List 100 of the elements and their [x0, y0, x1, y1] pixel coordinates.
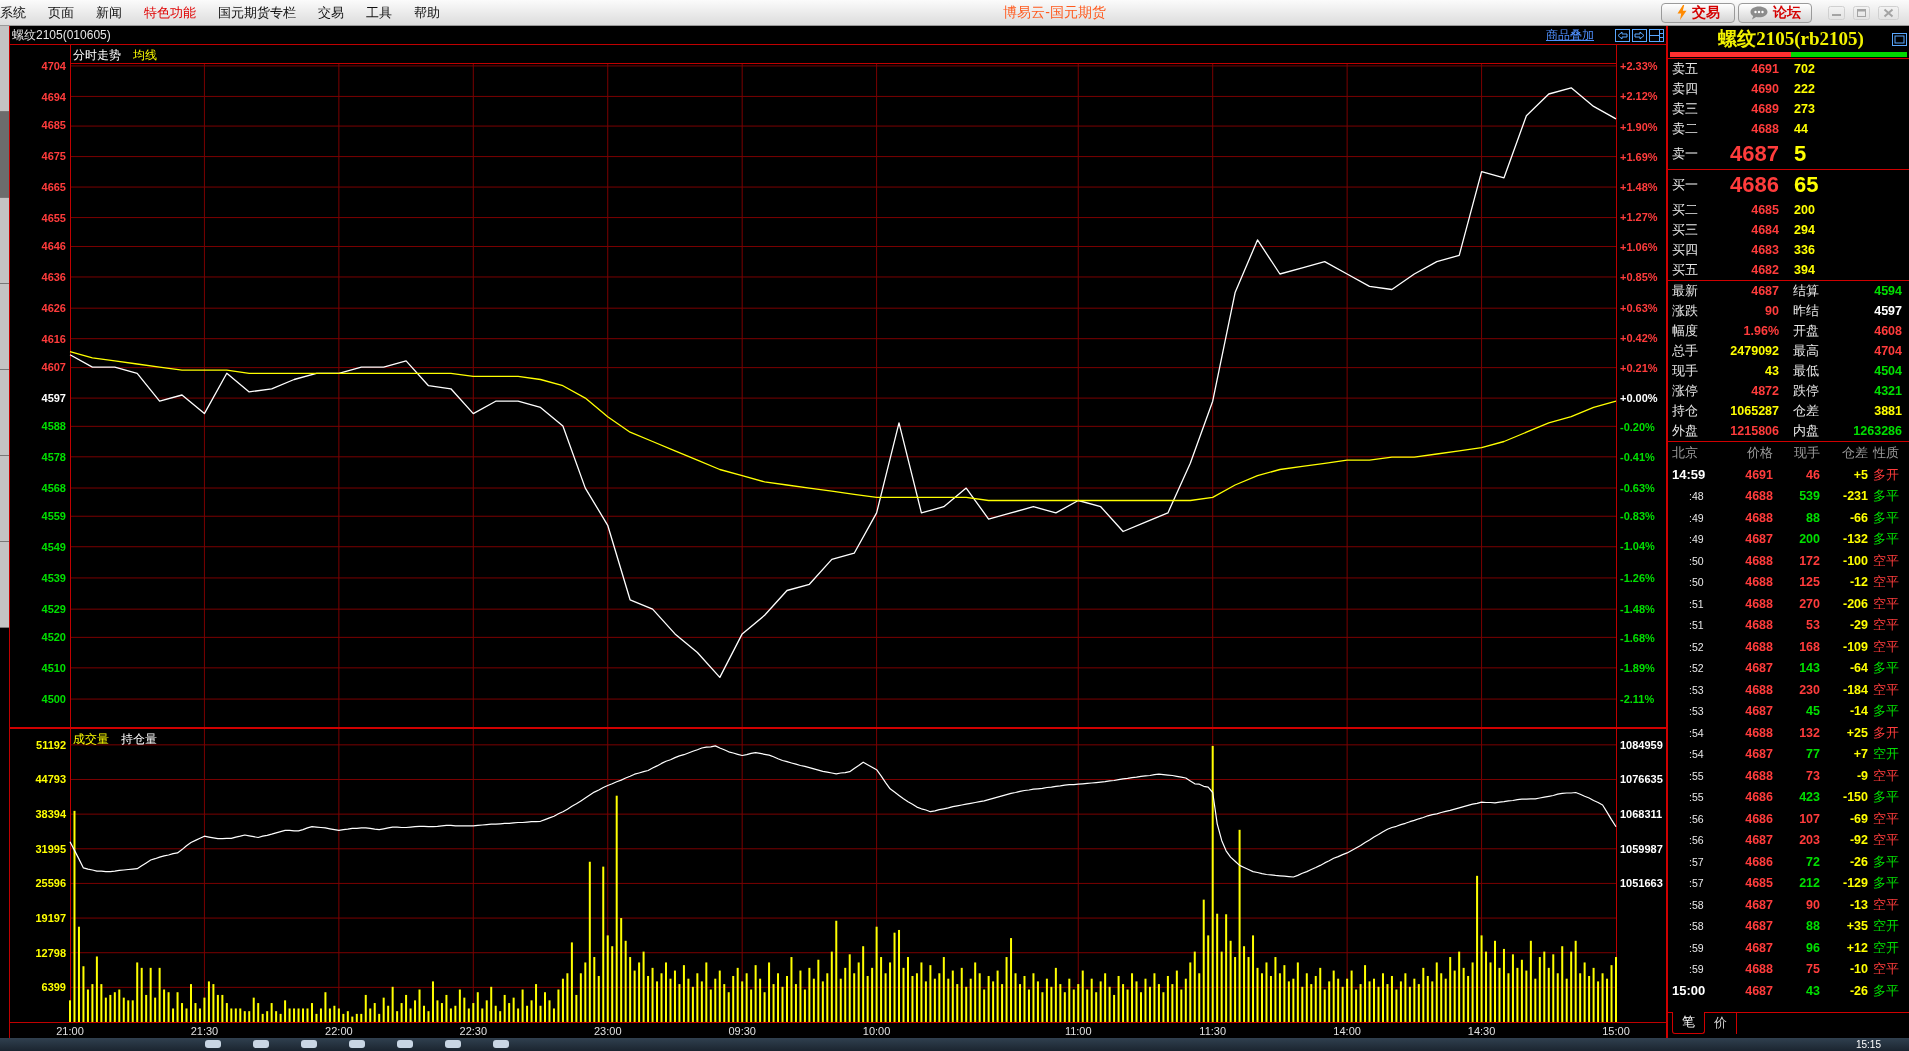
panel-layout-icon[interactable]	[1649, 28, 1664, 42]
trade-price: 4686	[1744, 854, 1773, 869]
menu-item[interactable]: 系统	[0, 0, 37, 25]
order-price: 4687	[1729, 141, 1780, 167]
order-volume: 5	[1793, 141, 1808, 167]
stat-label: 仓差	[1792, 402, 1820, 420]
percent-axis-label: +1.06%	[1620, 240, 1658, 253]
order-volume: 44	[1793, 122, 1809, 136]
open-interest-axis-label: 1059987	[1620, 842, 1663, 855]
stat-value: 90	[1764, 304, 1780, 318]
percent-axis-label: -1.04%	[1620, 540, 1655, 553]
stat-value: 1.96%	[1742, 324, 1780, 338]
price-axis-label: 4646	[41, 240, 66, 253]
trade-time: :52	[1688, 662, 1705, 675]
taskbar-app-icon[interactable]	[445, 1040, 461, 1048]
trade-price: 4687	[1744, 919, 1773, 934]
percent-axis-label: +0.00%	[1620, 392, 1658, 405]
trade-button[interactable]: 交易	[1661, 2, 1735, 23]
taskbar-app-icon[interactable]	[349, 1040, 365, 1048]
order-level-label: 卖四	[1672, 80, 1699, 98]
trade-time: :55	[1688, 769, 1705, 782]
order-price: 4682	[1750, 263, 1780, 277]
trade-volume: 212	[1798, 876, 1820, 891]
order-level-label: 买五	[1672, 261, 1699, 279]
lightning-icon	[1676, 5, 1687, 20]
trade-type: 空平	[1872, 766, 1900, 785]
trade-time: :59	[1688, 941, 1705, 954]
percent-axis-label: +1.90%	[1620, 121, 1658, 134]
arrow-right-icon[interactable]	[1632, 28, 1647, 42]
price-axis-label: 4529	[41, 603, 66, 616]
stat-value: 4704	[1873, 344, 1902, 358]
open-interest-change: -100	[1841, 553, 1868, 568]
order-price: 4690	[1750, 82, 1780, 96]
stat-label: 总手	[1672, 342, 1699, 360]
trade-volume: 88	[1805, 919, 1820, 934]
trade-volume: 90	[1805, 897, 1820, 912]
stat-label: 最低	[1792, 362, 1820, 380]
price-axis-label: 4607	[41, 361, 66, 374]
trade-type: 多平	[1872, 487, 1900, 506]
open-interest-change: -10	[1848, 962, 1868, 977]
taskbar-app-icon[interactable]	[397, 1040, 413, 1048]
menu-item[interactable]: 国元期货专栏	[207, 0, 307, 25]
tab[interactable]: 价	[1705, 1013, 1737, 1034]
trade-type: 多平	[1872, 874, 1900, 893]
order-level-label: 买二	[1672, 201, 1699, 219]
order-volume: 65	[1793, 172, 1820, 198]
stat-label: 涨跌	[1672, 302, 1699, 320]
open-interest-change: -231	[1841, 489, 1868, 504]
trade-time: :53	[1688, 683, 1705, 696]
trade-time: :55	[1688, 791, 1705, 804]
trade-price: 4691	[1744, 467, 1773, 482]
menu-item[interactable]: 交易	[307, 0, 355, 25]
menu-item[interactable]: 工具	[355, 0, 403, 25]
trade-price: 4688	[1744, 768, 1773, 783]
menu-item[interactable]: 页面	[37, 0, 85, 25]
tab[interactable]: 笔	[1672, 1012, 1705, 1034]
open-interest-change: -132	[1841, 532, 1868, 547]
menu-item[interactable]: 特色功能	[133, 0, 207, 25]
open-interest-change: -150	[1841, 790, 1868, 805]
trade-time: :58	[1688, 920, 1705, 933]
open-interest-change: -69	[1848, 811, 1868, 826]
taskbar-app-icon[interactable]	[253, 1040, 269, 1048]
stat-value: 1263286	[1852, 424, 1902, 438]
trade-time: :57	[1688, 855, 1705, 868]
taskbar-app-icon[interactable]	[205, 1040, 221, 1048]
menu-item[interactable]: 新闻	[85, 0, 133, 25]
trade-type: 空平	[1872, 680, 1900, 699]
trade-price: 4688	[1744, 962, 1773, 977]
trade-time: 15:00	[1672, 983, 1707, 999]
open-interest-change: -92	[1848, 833, 1868, 848]
order-volume: 273	[1793, 102, 1816, 116]
trade-volume: 75	[1805, 962, 1820, 977]
arrow-left-icon[interactable]	[1615, 28, 1630, 42]
open-interest-change: -14	[1848, 704, 1868, 719]
trade-type: 空平	[1872, 895, 1900, 914]
trade-type: 多平	[1872, 659, 1900, 678]
percent-axis-label: +1.48%	[1620, 181, 1658, 193]
price-axis-label: 4636	[41, 271, 66, 284]
trade-volume: 423	[1798, 790, 1820, 805]
trade-price: 4687	[1744, 532, 1773, 547]
order-price: 4691	[1750, 62, 1780, 76]
trade-volume: 88	[1805, 510, 1820, 525]
trade-time: :49	[1688, 533, 1705, 546]
overlay-link[interactable]: 商品叠加	[1546, 26, 1594, 44]
contract-title: 螺纹2105(010605)	[12, 26, 111, 44]
trade-type: 多开	[1872, 723, 1900, 742]
forum-button[interactable]: 论坛	[1738, 2, 1812, 23]
trade-type: 多平	[1872, 852, 1900, 871]
taskbar-app-icon[interactable]	[493, 1040, 509, 1048]
stat-value: 1215806	[1729, 424, 1780, 438]
price-axis-label: 4616	[41, 333, 66, 346]
maximize-icon[interactable]	[1892, 32, 1907, 46]
trade-type: 多平	[1872, 508, 1900, 527]
taskbar-app-icon[interactable]	[301, 1040, 317, 1048]
percent-axis-label: -0.83%	[1620, 510, 1655, 523]
menu-item[interactable]: 帮助	[403, 0, 451, 25]
trade-volume: 45	[1805, 704, 1820, 719]
stat-value: 4687	[1750, 284, 1780, 298]
percent-axis-label: -1.68%	[1620, 631, 1655, 644]
trade-time: :59	[1688, 963, 1705, 976]
